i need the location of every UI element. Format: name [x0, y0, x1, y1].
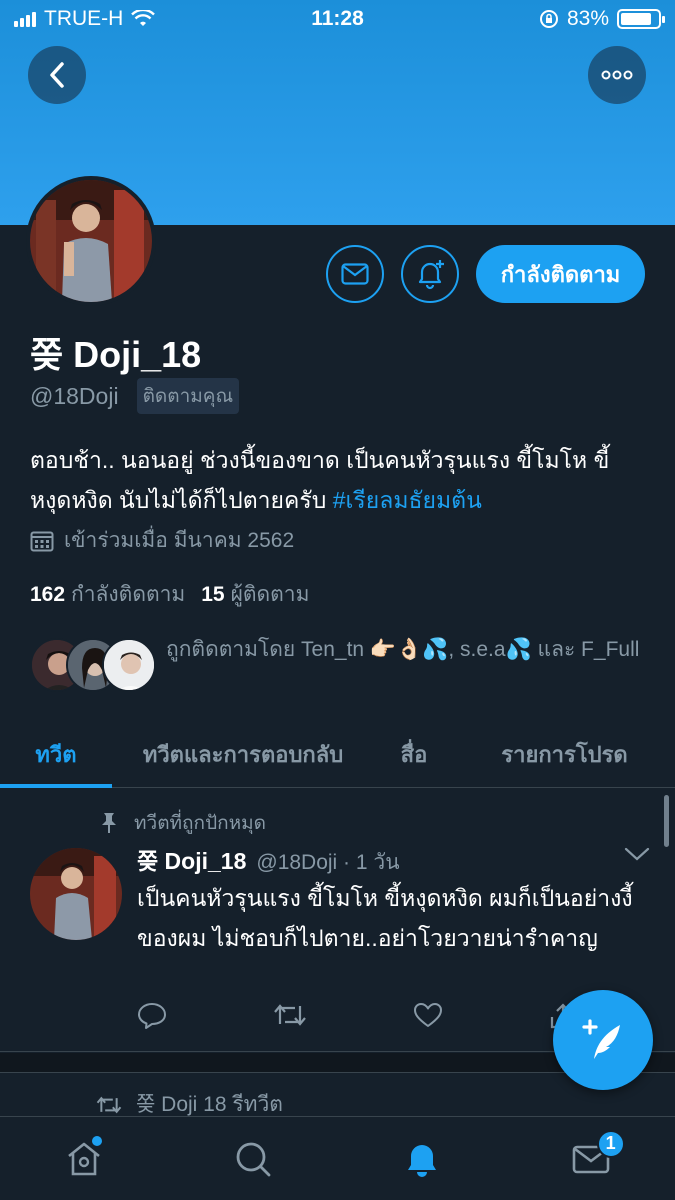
- tweet-text: เป็นคนหัวรุนแรง ขี้โมโห ขี้หงุดหงิด ผมก็…: [137, 885, 633, 951]
- tweet-author-meta: @18Doji · 1 วัน: [256, 851, 400, 874]
- nav-search[interactable]: [213, 1124, 293, 1194]
- tab-media[interactable]: สื่อ: [374, 722, 454, 787]
- envelope-icon: [341, 263, 369, 285]
- nav-messages[interactable]: 1: [551, 1124, 631, 1194]
- more-icon: [601, 70, 633, 80]
- retweet-icon: [96, 1096, 122, 1113]
- orientation-lock-icon: [539, 10, 558, 28]
- like-icon[interactable]: [413, 1002, 443, 1028]
- nav-home[interactable]: [44, 1124, 124, 1194]
- tab-tweets-and-replies[interactable]: ทวีตและการตอบกลับ: [112, 722, 374, 787]
- carrier-label: TRUE-H: [44, 7, 124, 30]
- compose-feather-icon: [582, 1019, 620, 1059]
- joined-text: เข้าร่วมเมื่อ มีนาคม 2562: [64, 529, 295, 552]
- retweet-icon[interactable]: [273, 1002, 307, 1028]
- bell-plus-icon: [418, 260, 444, 290]
- bio-text: ตอบช้า.. นอนอยู่ ช่วงนี้ของขาด เป็นคนหัว…: [30, 447, 610, 513]
- compose-tweet-button[interactable]: [553, 990, 653, 1090]
- message-button[interactable]: [326, 245, 384, 303]
- back-button[interactable]: [28, 46, 86, 104]
- more-options-button[interactable]: [588, 46, 646, 104]
- followers-count-link[interactable]: 15 ผู้ติดตาม: [201, 578, 309, 611]
- pin-icon: [102, 813, 116, 833]
- profile-bio: ตอบช้า.. นอนอยู่ ช่วงนี้ของขาด เป็นคนหัว…: [30, 440, 650, 520]
- pinned-indicator: ทวีตที่ถูกปักหมุด: [100, 808, 266, 838]
- tweet-author-avatar[interactable]: [30, 848, 122, 940]
- tweet-actions: [137, 1002, 577, 1030]
- followers-label: ผู้ติดตาม: [230, 583, 310, 606]
- tab-tweets[interactable]: ทวีต: [0, 722, 112, 788]
- followed-by-section[interactable]: ถูกติดตามโดย Ten_tn 👉🏻👌🏻💦, s.e.a💦 และ F_…: [30, 630, 650, 700]
- bell-icon: [407, 1144, 436, 1177]
- nav-notifications[interactable]: [382, 1124, 462, 1194]
- profile-tabs: ทวีต ทวีตและการตอบกลับ สื่อ รายการโปรด: [0, 722, 675, 788]
- profile-avatar[interactable]: [26, 176, 156, 306]
- followed-by-text: ถูกติดตามโดย Ten_tn 👉🏻👌🏻💦, s.e.a💦 และ F_…: [166, 638, 640, 661]
- cellular-signal-icon: [14, 11, 36, 27]
- profile-handle: @18Doji: [30, 382, 119, 409]
- tweet-menu-button[interactable]: [624, 846, 650, 867]
- followed-by-avatars: [30, 638, 156, 694]
- following-count-link[interactable]: 162 กำลังติดตาม: [30, 578, 185, 611]
- avatar: [102, 638, 156, 692]
- search-icon: [236, 1142, 271, 1176]
- bottom-navigation: 1: [0, 1116, 675, 1200]
- bio-hashtag-link[interactable]: #เรียลมธัยมต้น: [333, 487, 482, 513]
- following-button[interactable]: กำลังติดตาม: [476, 245, 645, 303]
- joined-date: เข้าร่วมเมื่อ มีนาคม 2562: [30, 524, 294, 557]
- messages-badge: 1: [596, 1129, 625, 1158]
- battery-icon: [617, 9, 665, 29]
- following-count: 162: [30, 583, 66, 606]
- reply-icon[interactable]: [137, 1002, 167, 1030]
- pinned-label: ทวีตที่ถูกปักหมุด: [134, 813, 267, 834]
- home-new-indicator: [92, 1135, 103, 1146]
- battery-percent: 83%: [566, 7, 609, 30]
- chevron-left-icon: [50, 62, 64, 88]
- follows-you-badge: ติดตามคุณ: [136, 378, 240, 414]
- notifications-toggle-button[interactable]: [401, 245, 459, 303]
- calendar-icon: [30, 531, 54, 551]
- scrollbar[interactable]: [664, 795, 669, 847]
- followers-count: 15: [201, 583, 225, 606]
- chevron-down-icon: [624, 847, 650, 861]
- wifi-icon: [131, 10, 156, 26]
- status-bar: TRUE-H 11:28 83%: [0, 0, 675, 38]
- tweet-author-name[interactable]: 쫒 Doji_18: [137, 842, 246, 876]
- following-label: กำลังติดตาม: [71, 583, 186, 606]
- profile-display-name: 쫒 Doji_18: [30, 334, 202, 375]
- tab-likes[interactable]: รายการโปรด: [454, 722, 675, 787]
